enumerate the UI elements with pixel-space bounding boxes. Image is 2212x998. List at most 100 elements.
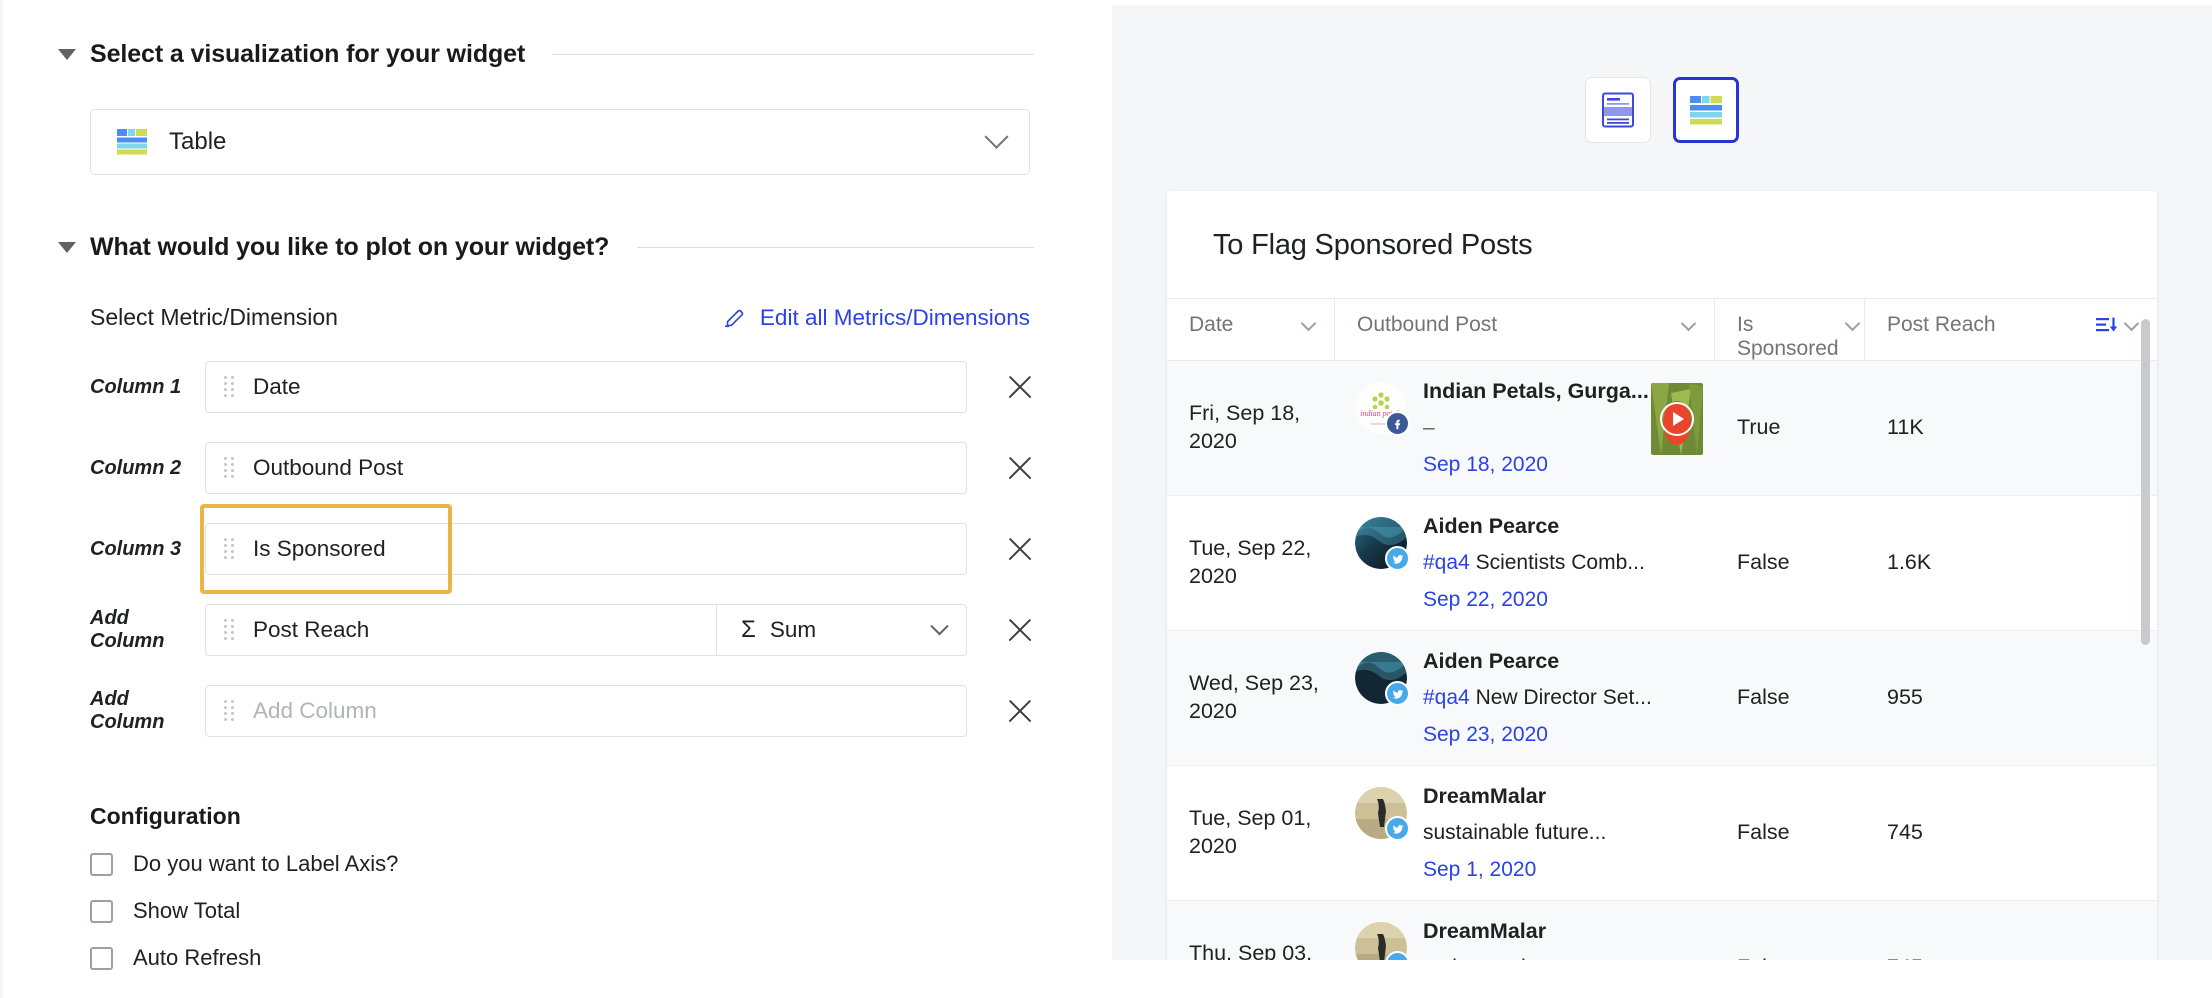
twitter-icon: [1385, 681, 1410, 706]
table-view-toggle[interactable]: [1673, 77, 1739, 143]
config-option-label-axis[interactable]: Do you want to Label Axis?: [90, 851, 1112, 877]
chevron-down-icon[interactable]: [984, 124, 1009, 149]
divider: [637, 247, 1034, 248]
chevron-down-icon[interactable]: [1680, 315, 1697, 332]
divider: [553, 54, 1034, 55]
table-row[interactable]: Wed, Sep 23, 2020 Aiden Pearce #qa4 New …: [1167, 631, 2157, 766]
column-field[interactable]: Outbound Post: [205, 442, 967, 494]
section-title-visualization: Select a visualization for your widget: [90, 40, 526, 68]
avatar: indian petals handcrafted: [1355, 382, 1410, 436]
table-row[interactable]: Thu, Sep 03, 2020: [1167, 901, 2157, 960]
pencil-icon: [724, 309, 744, 327]
config-option-auto-refresh[interactable]: Auto Refresh: [90, 945, 1112, 971]
remove-column-button[interactable]: [1005, 696, 1035, 726]
column-rows: Column 1 Date Column 2 Outbound Post Col…: [0, 359, 1112, 739]
caret-down-icon[interactable]: [58, 242, 76, 253]
vertical-scrollbar-thumb[interactable]: [2141, 319, 2150, 645]
cell-outbound-post: DreamMalar sustainable future... Sep 1, …: [1335, 766, 1715, 900]
table-body: Fri, Sep 18, 2020 indian petals handcraf…: [1167, 361, 2157, 960]
column-header-outbound-post[interactable]: Outbound Post: [1335, 299, 1715, 360]
post-author: Indian Petals, Gurga...: [1423, 379, 1649, 403]
remove-column-button[interactable]: [1005, 615, 1035, 645]
column-header-label: Date: [1189, 313, 1234, 336]
avatar: [1355, 922, 1410, 960]
post-hashtag[interactable]: #qa4: [1423, 551, 1470, 574]
checkbox[interactable]: [90, 946, 113, 970]
column-header-label: Post Reach: [1887, 313, 1996, 336]
twitter-icon: [1385, 546, 1410, 571]
table-row[interactable]: Tue, Sep 22, 2020 Aiden Pearce #qa4 Scie…: [1167, 496, 2157, 631]
remove-column-button[interactable]: [1005, 534, 1035, 564]
drag-handle-icon[interactable]: [224, 376, 235, 398]
drag-handle-icon[interactable]: [224, 619, 235, 641]
table-row[interactable]: Tue, Sep 01, 2020 DreamMalar sustainable…: [1167, 766, 2157, 901]
avatar: [1355, 787, 1410, 841]
add-column-field[interactable]: Add Column: [205, 685, 967, 737]
checkbox[interactable]: [90, 899, 113, 923]
cell-is-sponsored: False: [1737, 820, 1790, 845]
post-date-link[interactable]: Sep 18, 2020: [1423, 453, 1635, 477]
config-panel: Select a visualization for your widget T…: [0, 0, 1112, 998]
post-date-link[interactable]: Sep 22, 2020: [1423, 588, 1703, 612]
table-row[interactable]: Fri, Sep 18, 2020 indian petals handcraf…: [1167, 361, 2157, 496]
drag-handle-icon[interactable]: [224, 457, 235, 479]
post-date-link[interactable]: Sep 23, 2020: [1423, 723, 1703, 747]
post-texts: Aiden Pearce #qa4 Scientists Comb... Sep…: [1423, 514, 1703, 612]
section-header-plot[interactable]: What would you like to plot on your widg…: [0, 233, 1112, 262]
section-header-visualization[interactable]: Select a visualization for your widget: [0, 40, 1112, 69]
drag-handle-icon[interactable]: [224, 700, 235, 722]
column-header-post-reach[interactable]: Post Reach: [1865, 299, 2157, 360]
aggregation-select[interactable]: Σ Sum: [717, 604, 967, 656]
column-field-wrap: Outbound Post: [205, 442, 967, 494]
remove-column-button[interactable]: [1005, 453, 1035, 483]
summary-view-toggle[interactable]: [1585, 77, 1651, 143]
column-field[interactable]: Is Sponsored: [205, 523, 967, 575]
config-option-label: Do you want to Label Axis?: [133, 851, 399, 876]
post-body: #qa4 New Director Set...: [1423, 686, 1703, 710]
edit-metrics-link[interactable]: Edit all Metrics/Dimensions: [723, 305, 1030, 331]
drag-handle-icon[interactable]: [224, 538, 235, 560]
view-toggle-group: [1112, 5, 2212, 143]
post-date-link[interactable]: Sep 1, 2020: [1423, 858, 1703, 882]
chevron-down-icon[interactable]: [1300, 315, 1317, 332]
post-author: Aiden Pearce: [1423, 649, 1560, 673]
column-tag: Column 3: [90, 537, 182, 560]
column-row: Add Column Post Reach Σ Sum: [90, 602, 1112, 658]
card-title: To Flag Sponsored Posts: [1167, 191, 2157, 299]
chevron-down-icon[interactable]: [1844, 315, 1860, 332]
post-body: –: [1423, 416, 1435, 439]
post-body: native card tweet: [1423, 956, 1703, 960]
cell-post-reach: 955: [1887, 685, 1923, 710]
chevron-down-icon[interactable]: [930, 616, 949, 635]
column-field[interactable]: Date: [205, 361, 967, 413]
column-value: Date: [253, 374, 301, 399]
checkbox[interactable]: [90, 852, 113, 876]
avatar: [1355, 652, 1410, 706]
post-hashtag[interactable]: #qa4: [1423, 686, 1470, 709]
visualization-select[interactable]: Table: [90, 109, 1030, 175]
configuration-title: Configuration: [90, 803, 241, 829]
column-field[interactable]: Post Reach: [205, 604, 717, 656]
remove-column-button[interactable]: [1005, 372, 1035, 402]
post-body: sustainable future...: [1423, 821, 1607, 844]
column-header-label: Is Sponsored: [1737, 313, 1839, 360]
post-texts: Indian Petals, Gurga... – Sep 18, 2020: [1423, 379, 1649, 477]
column-tag: Add Column: [90, 607, 165, 652]
config-option-show-total[interactable]: Show Total: [90, 898, 1112, 924]
avatar: [1355, 517, 1410, 571]
cell-is-sponsored: False: [1715, 901, 1865, 960]
cell-is-sponsored: False: [1737, 550, 1790, 575]
aggregation-value: Sum: [769, 617, 817, 642]
post-author: DreamMalar: [1423, 784, 1547, 808]
column-field-wrap: Post Reach Σ Sum: [205, 604, 967, 656]
video-thumbnail[interactable]: [1651, 383, 1703, 455]
play-icon[interactable]: [1660, 402, 1694, 436]
column-row-highlighted: Column 3 Is Sponsored: [90, 504, 1112, 594]
config-option-label: Show Total: [133, 898, 241, 923]
column-header-is-sponsored[interactable]: Is Sponsored: [1715, 299, 1865, 360]
sort-descending-icon[interactable]: [2096, 315, 2118, 335]
caret-down-icon[interactable]: [58, 49, 76, 60]
sigma-icon: Σ: [741, 616, 756, 643]
chevron-down-icon[interactable]: [2123, 315, 2140, 332]
column-header-date[interactable]: Date: [1167, 299, 1335, 360]
